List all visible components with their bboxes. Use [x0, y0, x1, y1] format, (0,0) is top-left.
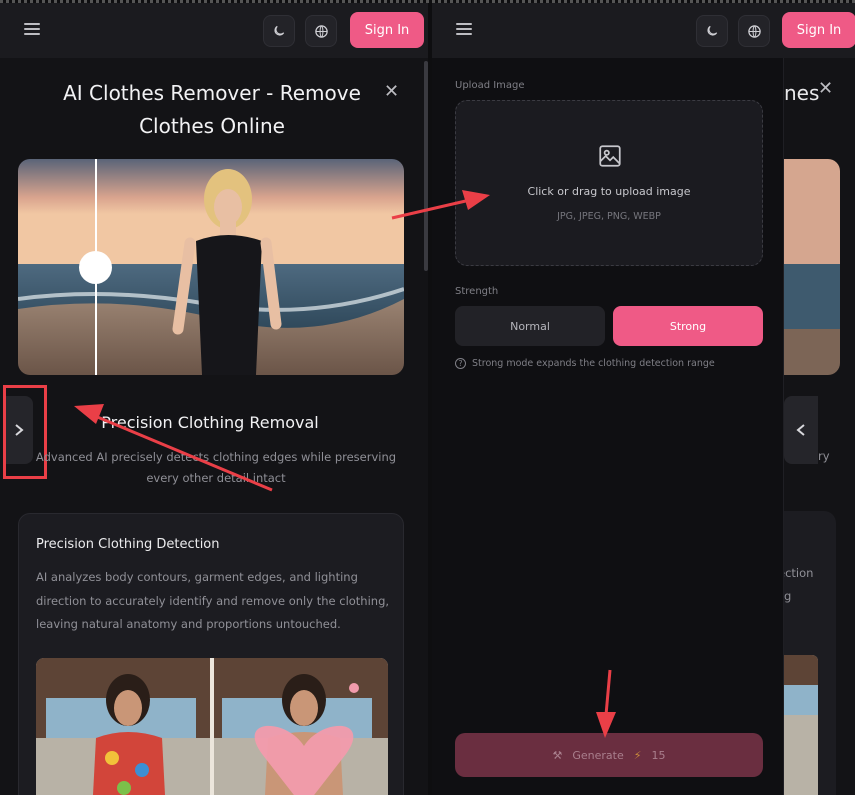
before-after-image-fragment [784, 159, 840, 375]
strength-strong-button[interactable]: Strong [613, 306, 763, 346]
menu-icon[interactable] [24, 23, 40, 35]
hammer-icon: ⚒ [552, 748, 563, 762]
card-title: Precision Clothing Detection [36, 537, 220, 552]
card-text: AI analyzes body contours, garment edges… [36, 570, 390, 631]
comparison-thumbnail-fragment [784, 655, 818, 795]
upload-formats: JPG, JPEG, PNG, WEBP [557, 211, 661, 222]
page-title: AI Clothes Remover - Remove Clothes Onli… [63, 81, 361, 138]
image-icon [597, 143, 623, 173]
before-after-image [18, 159, 404, 375]
prev-slide-button[interactable] [784, 396, 818, 464]
feature-heading: Precision Clothing Removal [101, 413, 319, 432]
comparison-slider-handle[interactable] [79, 251, 112, 284]
chevron-left-icon [796, 424, 805, 436]
menu-icon[interactable] [456, 23, 472, 35]
strength-hint: ? Strong mode expands the clothing detec… [455, 358, 715, 369]
moon-icon [274, 25, 285, 36]
feature-description: Advanced AI precisely detects clothing e… [35, 450, 397, 485]
left-screen: Sign In AI Clothes Remover - Remove Clot… [0, 3, 428, 795]
generate-button[interactable]: ⚒ Generate ⚡ 15 [455, 733, 763, 777]
close-icon[interactable]: ✕ [818, 78, 833, 99]
upload-label: Upload Image [455, 80, 525, 91]
feature-card: Precision Clothing Detection AI analyzes… [18, 513, 404, 795]
right-screen: Sign In nes ✕ ry ection g Upload Image C… [432, 3, 855, 795]
theme-toggle-button[interactable] [263, 15, 295, 47]
globe-icon [314, 24, 328, 38]
language-button[interactable] [738, 15, 770, 47]
globe-icon [747, 24, 761, 38]
credit-cost: 15 [651, 748, 666, 762]
sign-in-button[interactable]: Sign In [782, 12, 855, 48]
info-icon: ? [455, 358, 466, 369]
generate-label: Generate [572, 748, 624, 762]
upload-dropzone[interactable]: Click or drag to upload image JPG, JPEG,… [455, 100, 763, 266]
close-icon[interactable]: ✕ [384, 81, 399, 102]
strength-hint-text: Strong mode expands the clothing detecti… [472, 358, 715, 369]
top-navbar: Sign In [0, 3, 428, 58]
strength-normal-button[interactable]: Normal [455, 306, 605, 346]
upload-instruction: Click or drag to upload image [527, 185, 691, 198]
lightning-icon: ⚡ [633, 748, 642, 762]
page-title-fragment: nes [784, 81, 820, 105]
moon-icon [707, 25, 718, 36]
generator-panel: Upload Image Click or drag to upload ima… [432, 58, 784, 795]
strength-label: Strength [455, 286, 499, 297]
top-navbar: Sign In [432, 3, 855, 58]
comparison-thumbnail [36, 658, 388, 795]
sign-in-button[interactable]: Sign In [350, 12, 424, 48]
feature-description-fragment: ry [818, 449, 830, 463]
language-button[interactable] [305, 15, 337, 47]
card-text-fragment: g [784, 589, 792, 603]
scrollbar[interactable] [424, 61, 428, 271]
theme-toggle-button[interactable] [696, 15, 728, 47]
